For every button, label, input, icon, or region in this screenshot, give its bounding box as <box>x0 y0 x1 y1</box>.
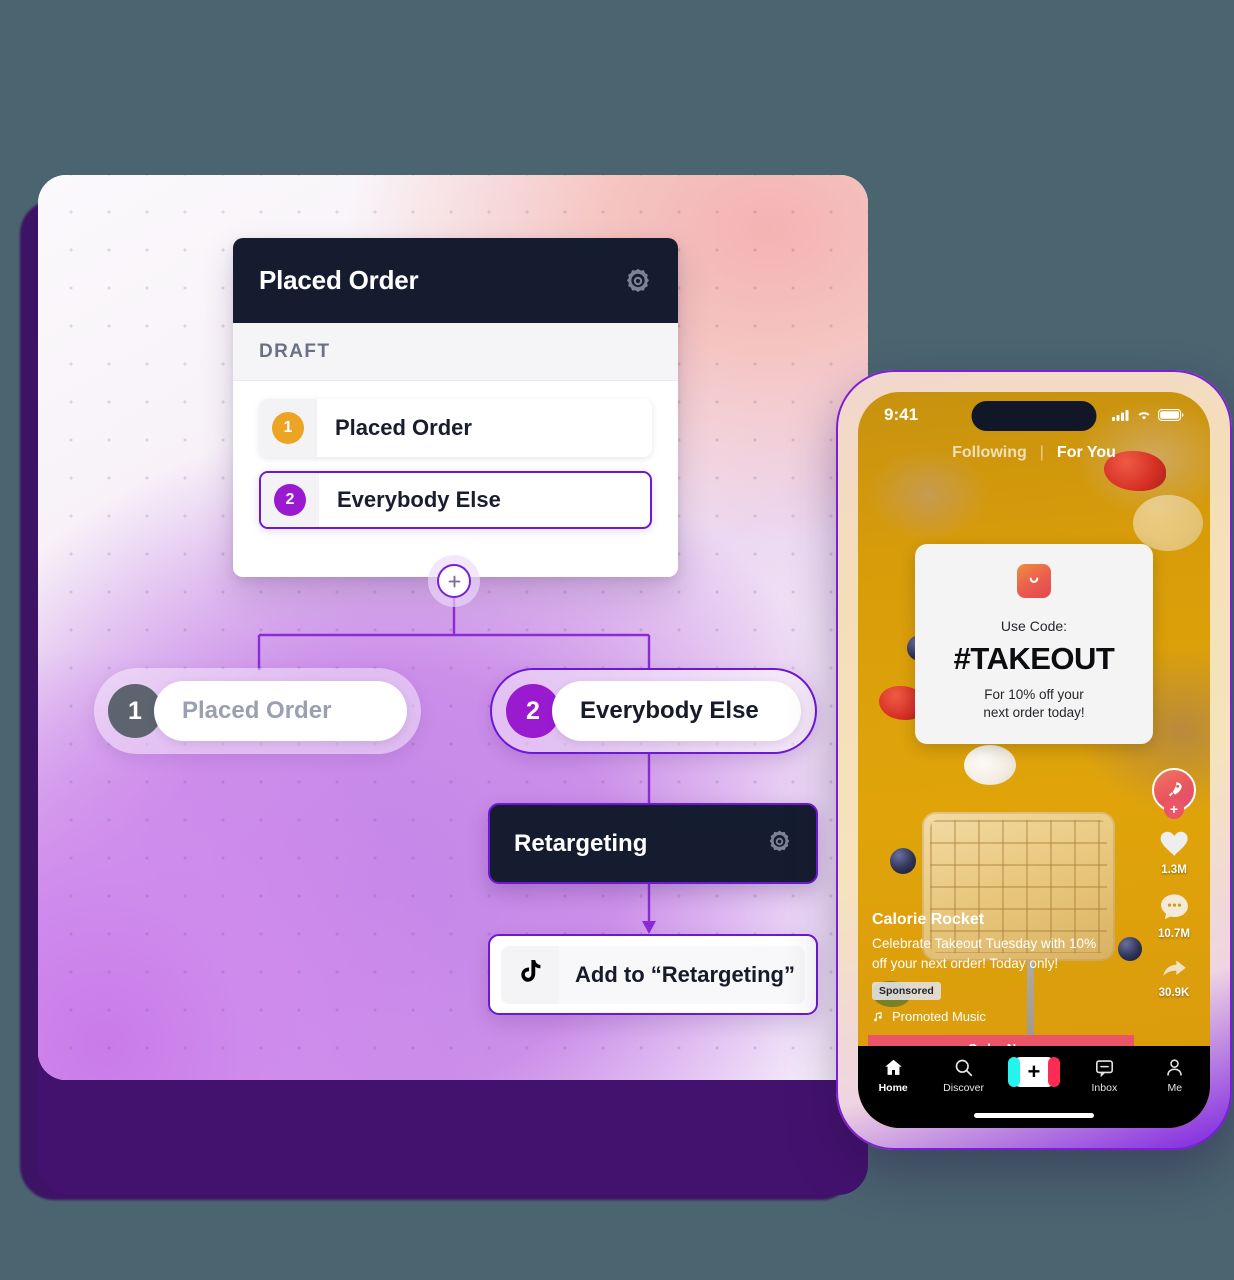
nav-item-discover[interactable]: Discover <box>934 1057 994 1094</box>
comment-icon <box>1160 894 1188 920</box>
feed-tabs: Following | For You <box>858 444 1210 462</box>
nav-item-home[interactable]: Home <box>863 1057 923 1094</box>
rail-comment-item[interactable]: 10.7M <box>1157 890 1192 940</box>
branch-node-placed-order[interactable]: 1 Placed Order <box>94 668 421 754</box>
workflow-step-list: 1 Placed Order 2 Everybody Else <box>233 381 678 577</box>
battery-icon <box>1158 409 1184 421</box>
phone-notch <box>971 401 1097 431</box>
step-number-badge: 1 <box>272 412 304 444</box>
share-arrow-icon <box>1162 960 1186 976</box>
video-caption: Calorie Rocket Celebrate Takeout Tuesday… <box>872 911 1110 1024</box>
home-indicator <box>974 1113 1094 1118</box>
promo-subtext-line2: next order today! <box>983 705 1085 721</box>
retargeting-node[interactable]: Retargeting <box>488 803 818 884</box>
caption-username[interactable]: Calorie Rocket <box>872 911 1110 929</box>
promo-card: Use Code: #TAKEOUT For 10% off your next… <box>915 544 1153 745</box>
add-node-button[interactable] <box>437 564 471 598</box>
nav-label-inbox: Inbox <box>1091 1082 1118 1094</box>
add-to-retargeting-node[interactable]: Add to “Retargeting” <box>488 934 818 1015</box>
tiktok-icon-container <box>501 945 559 1004</box>
heart-icon <box>1160 831 1188 856</box>
like-count: 1.3M <box>1161 864 1187 876</box>
step-label: Placed Order <box>335 415 472 440</box>
comment-count: 10.7M <box>1158 928 1190 940</box>
caption-text: Celebrate Takeout Tuesday with 10% off y… <box>872 936 1097 971</box>
home-icon <box>884 1059 902 1075</box>
add-to-retargeting-label: Add to “Retargeting” <box>559 945 805 1004</box>
share-count: 30.9K <box>1158 987 1190 999</box>
tab-following[interactable]: Following <box>952 444 1027 462</box>
status-icons <box>1112 409 1184 421</box>
promo-code: #TAKEOUT <box>953 641 1115 676</box>
nav-label-home: Home <box>878 1082 908 1094</box>
workflow-card-header: Placed Order <box>233 238 678 323</box>
promo-use-code-label: Use Code: <box>1000 618 1068 634</box>
status-time: 9:41 <box>884 405 919 424</box>
nav-item-create[interactable]: + <box>1004 1057 1064 1087</box>
music-row[interactable]: Promoted Music <box>872 1009 1110 1024</box>
nav-item-inbox[interactable]: Inbox <box>1074 1057 1134 1094</box>
rocket-avatar-icon[interactable]: + <box>1152 768 1196 819</box>
person-icon <box>1167 1059 1183 1076</box>
search-icon <box>955 1059 973 1077</box>
step-badge-container: 1 <box>259 399 317 457</box>
retargeting-title: Retargeting <box>514 829 648 857</box>
create-plus-glyph: + <box>1027 1059 1041 1084</box>
tab-for-you[interactable]: For You <box>1057 444 1116 462</box>
shopping-bag-icon <box>1017 564 1051 598</box>
step-label: Everybody Else <box>337 487 501 512</box>
status-badge: Sponsored <box>872 982 941 1000</box>
follow-plus-badge[interactable]: + <box>1164 799 1184 819</box>
action-rail: + 1.3M 10.7M 30.9K <box>1145 768 1203 1013</box>
page-title: Placed Order <box>259 265 419 295</box>
gear-icon[interactable] <box>624 267 652 295</box>
music-note-icon <box>874 1012 882 1022</box>
wifi-icon <box>1138 412 1150 420</box>
workflow-canvas: Placed Order DRAFT 1 Placed Order 2 Ever… <box>38 175 868 1080</box>
music-label: Promoted Music <box>892 1009 986 1024</box>
promo-subtext-line1: For 10% off your <box>984 687 1084 702</box>
nav-label-me: Me <box>1167 1082 1183 1094</box>
rail-avatar-item[interactable]: + <box>1152 768 1196 819</box>
rail-share-item[interactable]: 30.9K <box>1157 954 1192 999</box>
create-plus-icon[interactable]: + <box>1007 1057 1060 1087</box>
inbox-icon <box>1095 1060 1113 1078</box>
workflow-step-1[interactable]: 1 Placed Order <box>259 399 652 457</box>
nav-label-discover: Discover <box>943 1082 984 1094</box>
rail-like-item[interactable]: 1.3M <box>1157 826 1192 876</box>
cellular-signal-icon <box>1112 410 1129 421</box>
branch-label: Placed Order <box>154 681 407 741</box>
step-badge-container: 2 <box>261 473 319 527</box>
nav-item-me[interactable]: Me <box>1145 1057 1205 1094</box>
branch-node-everybody-else[interactable]: 2 Everybody Else <box>490 668 817 754</box>
tab-divider: | <box>1039 444 1044 461</box>
tiktok-icon <box>515 957 545 992</box>
phone-screen: 9:41 Following | For You Use Code: #TAKE… <box>858 392 1210 1128</box>
workflow-card: Placed Order DRAFT 1 Placed Order 2 Ever… <box>233 238 678 577</box>
gear-icon[interactable] <box>767 829 792 859</box>
workflow-section-label: DRAFT <box>233 323 678 381</box>
branch-label: Everybody Else <box>552 681 801 741</box>
workflow-step-2[interactable]: 2 Everybody Else <box>259 471 652 529</box>
step-number-badge: 2 <box>274 484 306 516</box>
phone-mockup: 9:41 Following | For You Use Code: #TAKE… <box>836 370 1232 1150</box>
